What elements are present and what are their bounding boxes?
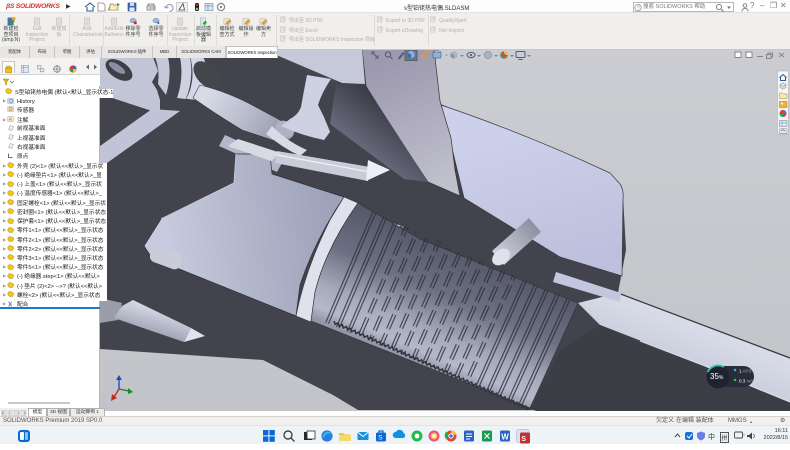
svg-text:A: A xyxy=(9,117,12,122)
svg-text:S: S xyxy=(521,436,526,443)
svg-text:?: ? xyxy=(637,5,640,11)
svg-text:0.3 m/s: 0.3 m/s xyxy=(739,379,755,384)
svg-text:S: S xyxy=(378,434,383,441)
svg-text:1 APS: 1 APS xyxy=(739,369,752,374)
svg-text:W: W xyxy=(501,432,509,441)
